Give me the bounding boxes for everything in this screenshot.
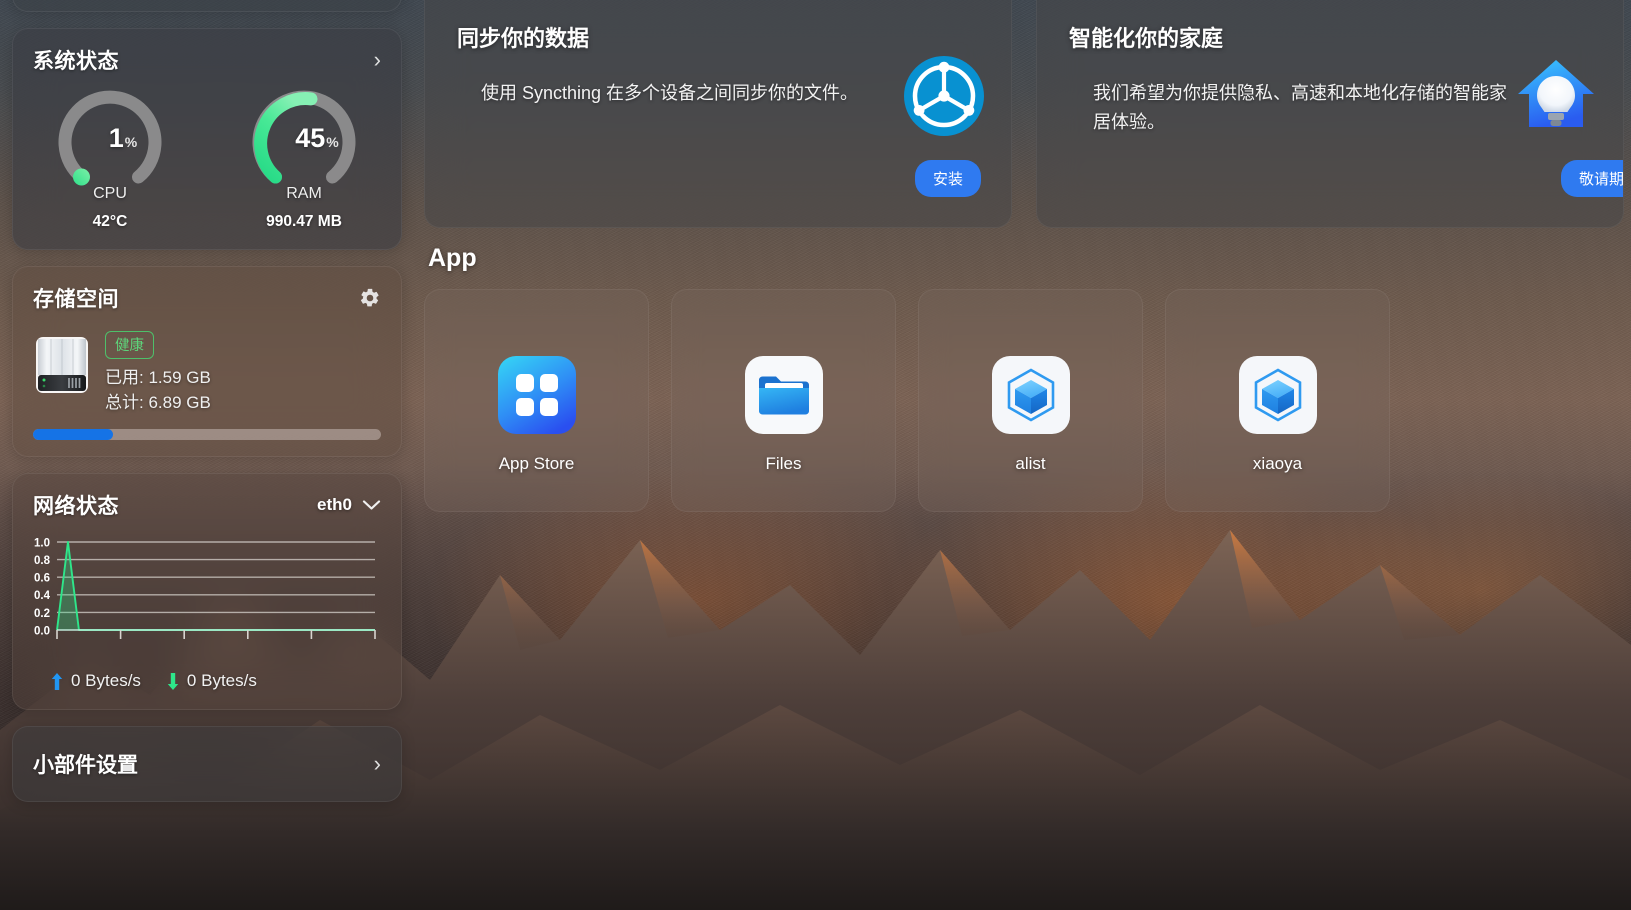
ram-unit: % [326,133,339,150]
storage-progress-fill [33,429,114,441]
system-status-header: 系统状态 › [13,29,401,79]
promo-smarthome-description: 我们希望为你提供隐私、高速和本地化存储的智能家居体验。 [1093,83,1507,132]
gauge-row: 1% CPU 42°C 45% RAM 990.47 MB [13,79,401,249]
app-label: xiaoya [1252,454,1303,473]
storage-health-badge: 健康 [105,331,154,359]
promo-card-syncthing[interactable]: 同步你的数据 使用 Syncthing 在多个设备之间同步你的文件。 安装 [424,0,1012,228]
network-rates: 0 Bytes/s 0 Bytes/s [13,661,401,709]
ram-value: 45 [295,122,326,153]
storage-total: 总计: 6.89 GB [105,392,211,412]
hard-drive-icon [36,337,88,393]
syncthing-icon [904,56,984,136]
cube-hexagon-icon [991,356,1070,434]
ram-gauge: 45% [246,85,362,193]
svg-text:1.0: 1.0 [34,538,50,550]
download-rate-value: 0 Bytes/s [186,671,257,691]
cpu-value: 1 [108,122,124,153]
widget-partial-top[interactable] [12,0,402,12]
svg-text:0.0: 0.0 [34,626,50,638]
ram-used: 990.47 MB [266,213,342,230]
storage-body: 健康 已用: 1.59 GB 总计: 6.89 GB [13,317,401,415]
upload-rate-value: 0 Bytes/s [71,671,141,691]
storage-info: 健康 已用: 1.59 GB 总计: 6.89 GB [105,325,211,415]
app-label: alist [1015,454,1046,473]
widget-settings-title: 小部件设置 [33,754,138,778]
network-header: 网络状态 eth0 [13,474,401,524]
promo-syncthing-title: 同步你的数据 [457,26,590,51]
svg-text:0.4: 0.4 [34,590,51,602]
cpu-unit: % [124,133,138,150]
app-section: App App Store Files alist xiaoya [424,244,1390,512]
gear-icon[interactable] [359,287,381,309]
install-button[interactable]: 安装 [914,160,981,197]
cpu-gauge: 1% [52,85,168,193]
chevron-right-icon[interactable]: › [374,753,381,775]
promo-smarthome-body: 我们希望为你提供隐私、高速和本地化存储的智能家居体验。 [1037,53,1623,137]
system-status-title: 系统状态 [33,50,119,73]
network-chart: 1.0 0.8 0.6 0.4 0.2 0.0 [13,524,401,661]
widget-sidebar: 系统状态 › 1% CPU 42°C 45% RAM 990.47 MB 存储空… [12,0,402,803]
app-label: App Store [498,454,575,473]
app-section-heading: App [428,244,477,272]
svg-text:0.2: 0.2 [34,608,50,620]
promo-card-smarthome[interactable]: 智能化你的家庭 我们希望为你提供隐私、高速和本地化存储的智能家居体验。 敬请期 [1036,0,1624,228]
widget-settings-row[interactable]: 小部件设置 › [13,727,401,801]
ram-gauge-cell: 45% RAM 990.47 MB [207,85,401,231]
coming-soon-button[interactable]: 敬请期待 [1560,160,1623,197]
arrow-down-icon [167,672,179,690]
network-title: 网络状态 [33,495,119,519]
app-grid: App Store Files alist xiaoya [424,289,1390,512]
app-label: Files [765,454,802,473]
ram-value-group: 45% [246,123,362,154]
chevron-right-icon[interactable]: › [374,49,381,71]
app-tile-xiaoya[interactable]: xiaoya [1165,289,1390,512]
app-tile-files[interactable]: Files [671,289,896,512]
promo-smarthome-title: 智能化你的家庭 [1069,26,1224,51]
storage-progress-bar [33,429,381,441]
network-interface-label: eth0 [317,495,352,515]
upload-rate-group: 0 Bytes/s [51,671,141,691]
app-tile-alist[interactable]: alist [918,289,1143,512]
chevron-down-icon[interactable] [362,499,381,511]
promo-syncthing-description: 使用 Syncthing 在多个设备之间同步你的文件。 [481,83,859,103]
desktop-wallpaper: 系统状态 › 1% CPU 42°C 45% RAM 990.47 MB 存储空… [0,0,1631,910]
arrow-up-icon [51,672,63,690]
app-tile-app-store[interactable]: App Store [424,289,649,512]
cpu-value-group: 1% [52,123,168,154]
cpu-gauge-cell: 1% CPU 42°C [13,85,207,231]
network-traffic-chart: 1.0 0.8 0.6 0.4 0.2 0.0 [34,538,376,640]
svg-text:0.8: 0.8 [34,555,51,567]
storage-widget[interactable]: 存储空间 健康 已用: 1.59 GB 总计: 6.89 GB [12,266,402,458]
storage-header: 存储空间 [13,267,401,317]
network-widget[interactable]: 网络状态 eth0 1.0 0.8 0.6 0.4 0.2 0.0 0 Bytes/s [12,473,402,711]
storage-used: 已用: 1.59 GB [105,368,211,387]
storage-title: 存储空间 [33,288,119,311]
widget-settings-widget[interactable]: 小部件设置 › [12,726,402,803]
cube-hexagon-icon [1238,356,1317,434]
download-rate-group: 0 Bytes/s [167,671,257,691]
cpu-temperature: 42°C [92,213,128,230]
promo-syncthing-body: 使用 Syncthing 在多个设备之间同步你的文件。 [425,53,1011,137]
app-store-icon [497,356,576,434]
svg-text:0.6: 0.6 [34,573,50,585]
network-interface-dropdown[interactable]: eth0 [317,495,381,515]
system-status-widget[interactable]: 系统状态 › 1% CPU 42°C 45% RAM 990.47 MB [12,28,402,250]
smart-home-bulb-icon [1518,60,1594,127]
folder-icon [744,356,823,434]
